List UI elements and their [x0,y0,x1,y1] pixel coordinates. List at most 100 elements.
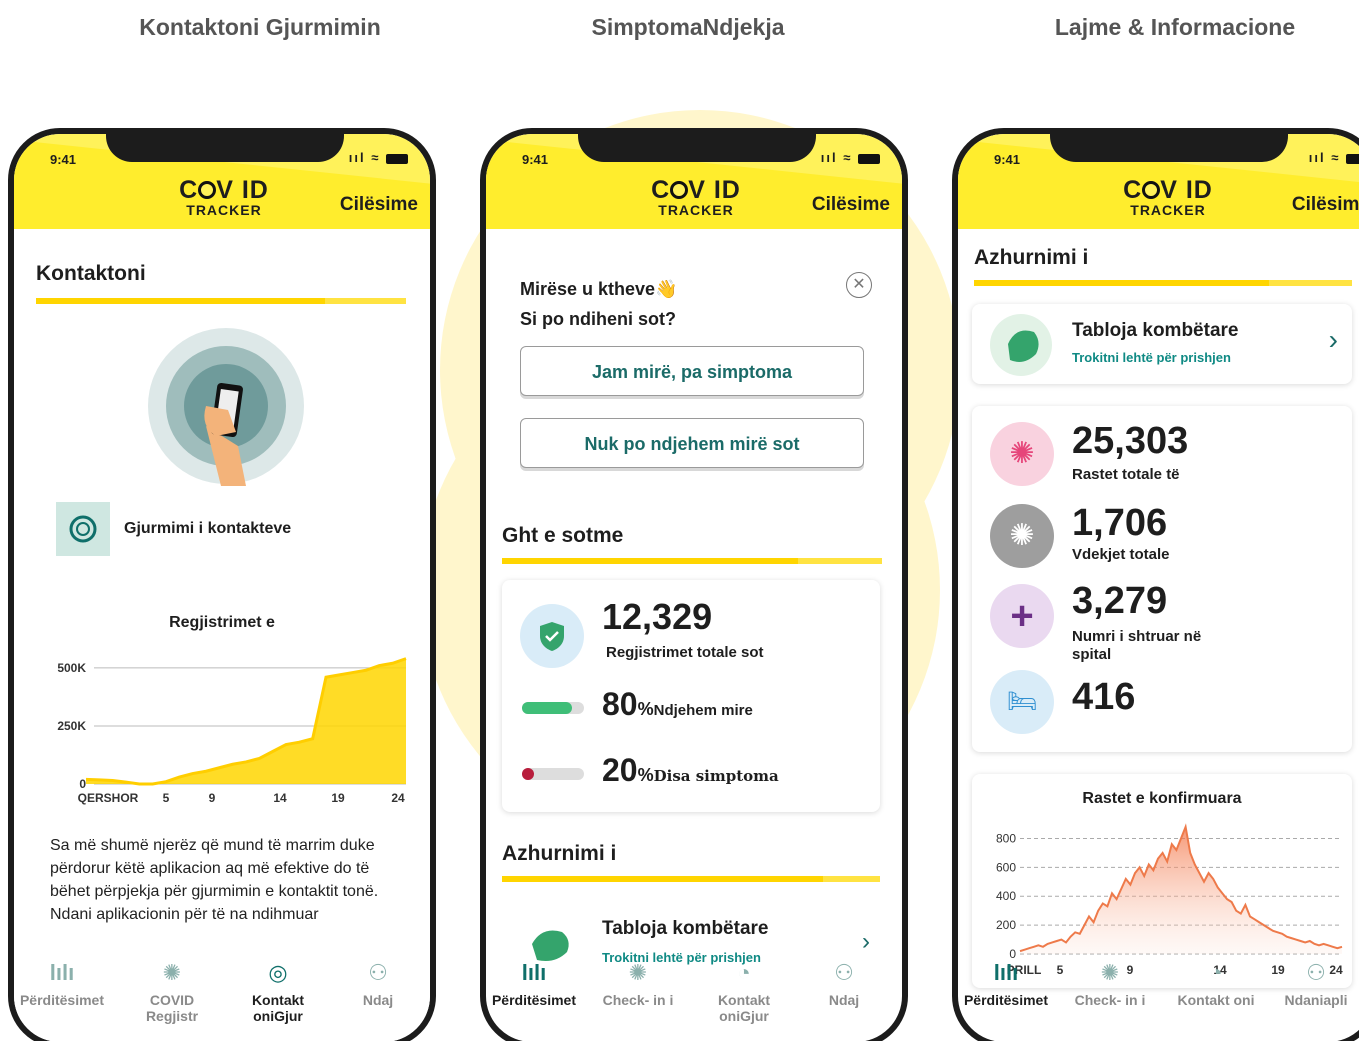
app-logo: CV ID TRACKER [651,176,741,219]
area-series [86,658,406,784]
phone-notch [1050,134,1288,162]
app-logo: CV ID TRACKER [179,176,269,219]
feeling-well-stat: 80%Ndjehem mire [602,686,753,722]
tab-contact-tracing[interactable]: ◔ Kontakt oniGjur [696,960,792,1024]
dashboard-subtitle: Trokitni lehtë për prishjen [1072,350,1231,365]
area-series [1020,826,1342,954]
wave-emoji: 👋 [655,279,678,299]
contact-tracing-illustration [148,328,304,486]
phone-notch [106,134,344,162]
virus-icon [198,181,217,199]
battery-icon [1346,153,1359,164]
tab-contact-tracing[interactable]: ◔ Kontakt oni [1168,960,1264,1008]
tab-bar: lılı Përditësimet ✺ Check- in i ◔ Kontakt o… [958,950,1359,1041]
status-icons: ııl ≈ [349,150,408,165]
info-paragraph: Sa më shumë njerëz që mund të marrim duk… [50,837,379,923]
section-title-symptom-tracker: SimptomaNdjekja [591,14,785,40]
contact-tracing-icon: ◔ [737,960,751,985]
today-stats-card: 12,329 Regjistrimet totale sot 80%Ndjehe… [502,580,880,812]
contact-tracing-item-label[interactable]: Gjurmimi i kontakteve [124,520,291,538]
bar-chart-icon: lılı [49,960,75,985]
tab-share[interactable]: ⚇ Ndaniapli [1268,960,1359,1008]
virus-icon: ✺ [1100,960,1120,985]
y-tick-label: 500K [57,661,86,675]
settings-link[interactable]: Cilësime [812,194,890,216]
section-title-contact-tracing: Kontaktoni Gjurmimin [139,14,381,40]
status-icons: ııl ≈ [821,150,880,165]
virus-gray-icon: ✺ [990,504,1054,568]
contact-tracing-icon: ◔ [1209,960,1223,985]
x-tick-label: 24 [391,791,405,805]
battery-icon [386,153,408,164]
x-tick-label: 5 [163,791,170,805]
ireland-map-icon [990,314,1052,376]
hospitalised-value: 3,279 [1072,580,1168,622]
y-tick-label: 800 [996,831,1016,845]
y-tick-label: 250K [57,719,86,733]
virus-icon: ✺ [990,422,1054,486]
status-time: 9:41 [994,152,1021,167]
settings-link[interactable]: Cilësime [340,194,418,216]
status-time: 9:41 [522,152,549,167]
app-header: 9:41 ııl ≈ CV ID TRACKER Cilësime [14,134,430,229]
tab-updates[interactable]: lılı Përditësimet [14,960,110,1008]
tab-share[interactable]: ⚇ Ndaj [796,960,892,1008]
people-icon: ⚇ [834,960,854,985]
not-feeling-well-button[interactable]: Nuk po ndjehem mirë sot [520,418,864,468]
total-cases-label: Rastet totale të [1072,466,1180,483]
phone-news: 9:41 ııl ≈ CV ID TRACKER Cilësime Azhurn… [952,128,1359,1041]
y-tick-label: 0 [79,777,86,791]
bar-chart-icon: lılı [521,960,547,985]
x-tick-label: QERSHOR [78,791,139,805]
tab-contact-tracing[interactable]: ◎ Kontakt oniGjur [230,960,326,1024]
symptoms-bar [522,768,584,780]
x-tick-label: 19 [331,791,345,805]
x-tick-label: 14 [273,791,287,805]
tab-check-in[interactable]: ✺ Check- in i [1062,960,1158,1008]
feeling-well-bar [522,702,584,714]
tab-updates[interactable]: lılı Përditësimet [958,960,1054,1008]
registrations-chart: 0 250K 500K QERSHOR 5 9 14 19 24 [57,657,407,805]
total-cases-value: 25,303 [1072,420,1189,462]
symptoms-stat: 20%Disa simptoma [602,752,779,788]
update-heading: Azhurnimi i [502,842,617,865]
phone-notch [578,134,816,162]
section-title-news: Lajme & Informacione [1054,14,1296,40]
tab-bar: lılı Përditësimet ✺ Check- in i ◔ Kontakt o… [486,950,902,1041]
hospital-cross-icon: + [990,584,1054,648]
update-heading: Azhurnimi i [974,246,1089,269]
hospitalised-label: Numri i shtruar në spital [1072,628,1202,663]
icu-value: 416 [1072,676,1136,718]
tab-share[interactable]: ⚇ Ndaj [330,960,426,1008]
phone-symptom-tracker: 9:41 ııl ≈ CV ID TRACKER Cilësime Mirëse… [480,128,908,1041]
feeling-well-button[interactable]: Jam mirë, pa simptoma [520,346,864,396]
stats-card: ✺ 25,303 Rastet totale të ✺ 1,706 Vdekje… [972,406,1352,752]
page-title: Kontaktoni [36,262,146,285]
title-underline [36,298,406,304]
chart-title: Rastet e konfirmuara [1082,790,1242,807]
tab-covid-check-in[interactable]: ✺ COVID Regjistr [124,960,220,1024]
bar-chart-icon: lılı [993,960,1019,985]
status-time: 9:41 [50,152,77,167]
tab-updates[interactable]: lılı Përditësimet [486,960,582,1008]
national-dashboard-link[interactable]: Tabloja kombëtare Trokitni lehtë për pri… [972,304,1352,384]
title-underline [502,876,880,882]
total-deaths-label: Vdekjet totale [1072,546,1170,563]
contact-tracing-item-icon-box[interactable] [56,502,110,556]
close-icon[interactable]: ✕ [846,272,872,298]
settings-link[interactable]: Cilësime [1292,194,1359,216]
y-tick-label: 200 [996,918,1016,932]
app-header: 9:41 ııl ≈ CV ID TRACKER Cilësime [958,134,1359,229]
battery-icon [858,153,880,164]
people-icon: ⚇ [368,960,388,985]
people-icon: ⚇ [1306,960,1326,985]
today-heading: Ght e sotme [502,524,624,547]
contact-tracing-icon: ◎ [268,960,288,985]
title-underline [974,280,1352,286]
tab-check-in[interactable]: ✺ Check- in i [590,960,686,1008]
app-header: 9:41 ııl ≈ CV ID TRACKER Cilësime [486,134,902,229]
shield-check-icon [520,604,584,668]
bed-icon: 🛏 [990,670,1054,734]
phone-contact-tracing: 9:41 ııl ≈ CV ID TRACKER Cilësime Kontak… [8,128,436,1041]
virus-icon: ✺ [162,960,182,985]
